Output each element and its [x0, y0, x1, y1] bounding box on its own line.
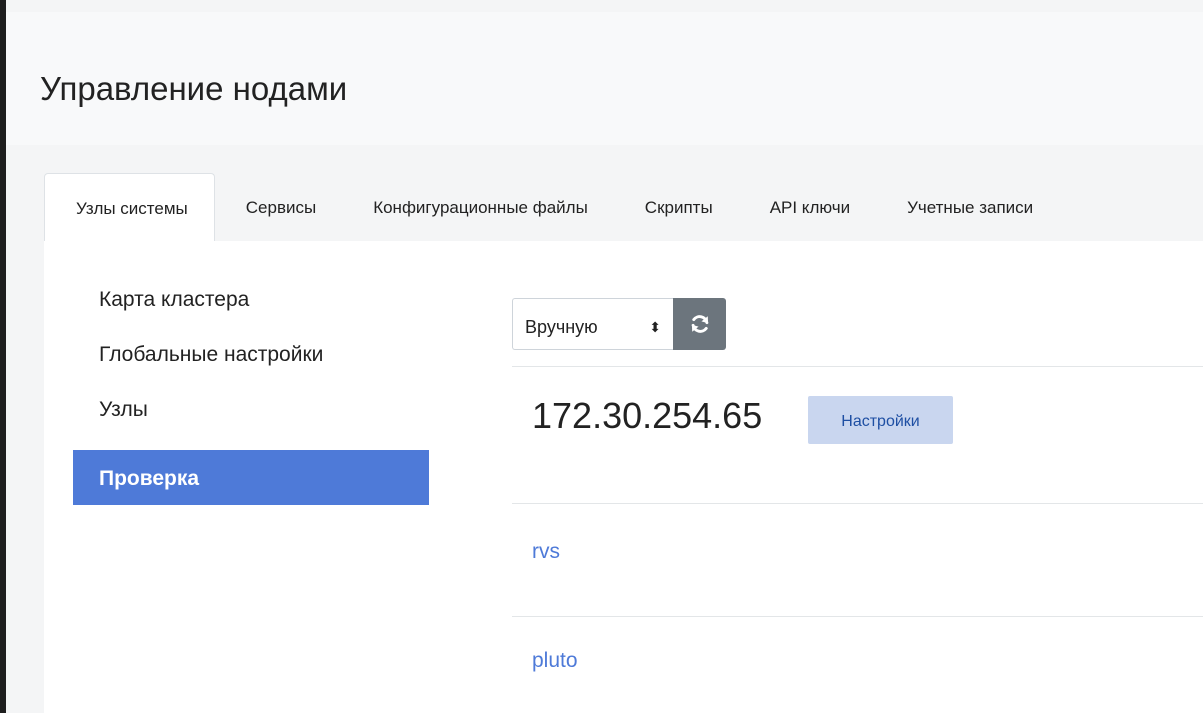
divider — [512, 616, 1203, 617]
divider — [512, 503, 1203, 504]
divider — [512, 366, 1203, 367]
page-title: Управление нодами — [40, 70, 348, 107]
tab-scripts[interactable]: Скрипты — [614, 173, 739, 241]
refresh-mode-select[interactable]: Вручную ⬍ — [512, 298, 673, 350]
tab-bar: Узлы системы Сервисы Конфигурационные фа… — [44, 173, 1203, 241]
tab-content-panel: Карта кластера Глобальные настройки Узлы… — [44, 241, 1203, 713]
tab-api-keys[interactable]: API ключи — [739, 173, 876, 241]
sort-caret-icon: ⬍ — [649, 319, 661, 335]
page: Управление нодами Узлы системы Сервисы К… — [6, 0, 1203, 713]
sidebar-item-cluster-map[interactable]: Карта кластера — [73, 285, 429, 340]
tab-config-files[interactable]: Конфигурационные файлы — [342, 173, 614, 241]
sidebar-item-check[interactable]: Проверка — [73, 450, 429, 505]
sidebar-item-nodes[interactable]: Узлы — [73, 395, 429, 450]
page-header: Управление нодами — [6, 12, 1203, 145]
service-link-rvs[interactable]: rvs — [532, 540, 560, 564]
refresh-icon — [691, 315, 708, 333]
refresh-button[interactable] — [673, 298, 726, 350]
node-ip-address: 172.30.254.65 — [532, 395, 763, 436]
refresh-mode-value: Вручную — [525, 317, 598, 337]
node-settings-button[interactable]: Настройки — [808, 396, 953, 444]
tab-accounts[interactable]: Учетные записи — [876, 173, 1059, 241]
sidebar-item-global-settings[interactable]: Глобальные настройки — [73, 340, 429, 395]
service-link-pluto[interactable]: pluto — [532, 649, 578, 673]
tab-system-nodes[interactable]: Узлы системы — [44, 173, 215, 241]
side-nav: Карта кластера Глобальные настройки Узлы… — [73, 285, 429, 505]
tab-services[interactable]: Сервисы — [215, 173, 342, 241]
refresh-controls: Вручную ⬍ — [512, 298, 726, 350]
